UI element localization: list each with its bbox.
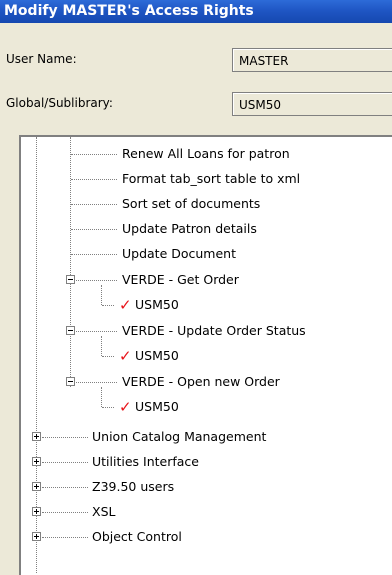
tree-line <box>102 305 114 306</box>
tree-node-sort-set[interactable]: Sort set of documents <box>122 196 260 212</box>
collapse-icon[interactable] <box>66 377 75 386</box>
tree-node-format-tab-sort[interactable]: Format tab_sort table to xml <box>122 171 300 187</box>
tree-line <box>42 462 88 463</box>
tree-line <box>102 407 114 408</box>
collapse-icon[interactable] <box>66 326 75 335</box>
tree-line <box>101 387 102 407</box>
tree-line <box>71 229 117 230</box>
tree-node-z3950-users[interactable]: Z39.50 users <box>92 479 174 495</box>
user-name-field[interactable]: MASTER <box>232 48 392 72</box>
check-icon: ✓ <box>119 347 132 365</box>
tree-line <box>102 356 114 357</box>
tree-line <box>71 154 117 155</box>
window-title: Modify MASTER's Access Rights <box>0 0 392 23</box>
tree-node-utilities-interface[interactable]: Utilities Interface <box>92 454 199 470</box>
tree-node-xsl[interactable]: XSL <box>92 504 115 520</box>
global-sublibrary-label: Global/Sublibrary: <box>6 96 113 110</box>
tree-node-usm50[interactable]: USM50 <box>135 348 179 364</box>
collapse-icon[interactable] <box>66 275 75 284</box>
tree-line <box>71 254 117 255</box>
tree-line <box>42 537 88 538</box>
tree-line <box>101 336 102 356</box>
expand-icon[interactable] <box>32 482 41 491</box>
tree-line <box>76 382 117 383</box>
tree-node-object-control[interactable]: Object Control <box>92 529 182 545</box>
tree-line <box>42 512 88 513</box>
tree-node-usm50[interactable]: USM50 <box>135 297 179 313</box>
tree-line <box>42 437 88 438</box>
tree-line <box>70 137 71 387</box>
check-icon: ✓ <box>119 398 132 416</box>
tree-node-usm50[interactable]: USM50 <box>135 399 179 415</box>
tree-node-update-patron[interactable]: Update Patron details <box>122 221 257 237</box>
expand-icon[interactable] <box>32 457 41 466</box>
tree-node-union-catalog[interactable]: Union Catalog Management <box>92 429 266 445</box>
tree-node-verde-get-order[interactable]: VERDE - Get Order <box>122 272 239 288</box>
expand-icon[interactable] <box>32 432 41 441</box>
global-sublibrary-field[interactable]: USM50 <box>232 92 392 116</box>
tree-node-verde-update-order-status[interactable]: VERDE - Update Order Status <box>122 323 306 339</box>
user-name-label: User Name: <box>6 52 77 66</box>
tree-node-update-document[interactable]: Update Document <box>122 246 236 262</box>
check-icon: ✓ <box>119 296 132 314</box>
access-rights-tree[interactable]: Renew All Loans for patron Format tab_so… <box>19 135 392 575</box>
expand-icon[interactable] <box>32 507 41 516</box>
tree-line <box>71 204 117 205</box>
tree-line <box>76 331 117 332</box>
expand-icon[interactable] <box>32 532 41 541</box>
tree-line <box>42 487 88 488</box>
tree-line <box>101 285 102 305</box>
tree-node-renew-all-loans[interactable]: Renew All Loans for patron <box>122 146 290 162</box>
tree-line <box>71 179 117 180</box>
tree-node-verde-open-new-order[interactable]: VERDE - Open new Order <box>122 374 280 390</box>
tree-line <box>76 280 117 281</box>
